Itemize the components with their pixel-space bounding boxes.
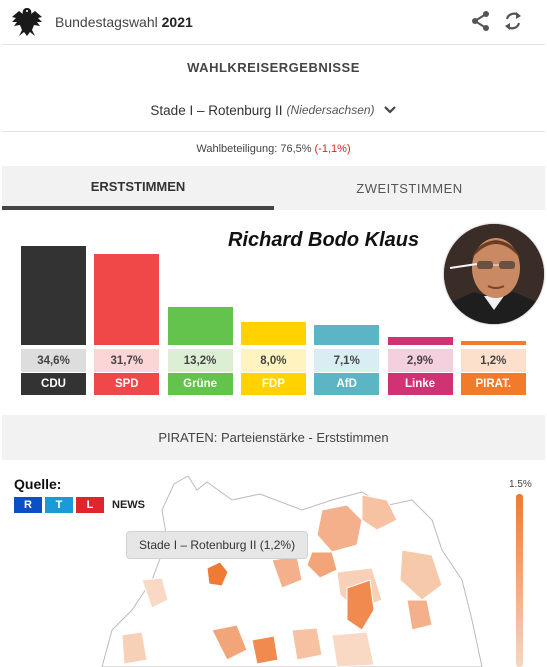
rtl-news-logo: R T L NEWS [14, 497, 145, 513]
party-label: Grüne [167, 373, 233, 395]
app-header: Bundestagswahl 2021 [0, 0, 547, 44]
value-label: 13,2% [167, 349, 233, 372]
tab-erststimmen[interactable]: ERSTSTIMMEN [2, 166, 274, 210]
party-label: PIRAT. [460, 373, 526, 395]
bar-afd [314, 324, 380, 345]
rtl-letter-t: T [45, 497, 73, 513]
legend-color-scale [516, 494, 523, 667]
value-label: 31,7% [94, 349, 160, 372]
federal-eagle-icon [12, 8, 42, 36]
bar-linke [387, 336, 453, 345]
bar-spd [94, 254, 160, 345]
district-map [101, 475, 483, 667]
chevron-down-icon [383, 106, 396, 114]
share-icon[interactable] [470, 10, 492, 32]
bar-pirat [460, 341, 526, 345]
district-name: Stade I – Rotenburg II [150, 102, 283, 118]
candidate-portrait [444, 224, 544, 324]
tab-zweitstimmen[interactable]: ZWEITSTIMMEN [274, 166, 545, 210]
party-label: CDU [21, 373, 86, 395]
bar-grne [167, 307, 233, 345]
choropleth-map [2, 460, 545, 667]
source-label: Quelle: [14, 476, 62, 492]
turnout-line: Wahlbeteiligung: 76,5% (-1,1%) [2, 132, 545, 166]
turnout-change: (-1,1%) [314, 143, 351, 155]
map-title: PIRATEN: Parteienstärke - Erststimmen [2, 415, 545, 460]
district-selector[interactable]: Stade I – Rotenburg II (Niedersachsen) [2, 89, 545, 132]
party-label: AfD [314, 373, 380, 395]
value-label: 7,1% [314, 349, 380, 372]
value-label: 8,0% [240, 349, 306, 372]
rtl-news-text: NEWS [112, 499, 145, 511]
district-state: (Niedersachsen) [286, 103, 375, 117]
turnout-label: Wahlbeteiligung: 76,5% [196, 143, 312, 155]
value-label: 1,2% [460, 349, 526, 372]
legend-max-label: 1.5% [509, 479, 532, 490]
rtl-letter-l: L [76, 497, 104, 513]
bar-cdu [21, 246, 86, 345]
map-tooltip: Stade I – Rotenburg II (1,2%) [126, 531, 309, 559]
section-title: WAHLKREISERGEBNISSE [2, 44, 545, 90]
candidate-name: Richard Bodo Klaus [228, 229, 420, 251]
refresh-icon[interactable] [502, 10, 524, 32]
party-label: Linke [387, 373, 453, 395]
bar-fdp [240, 322, 306, 345]
party-label: SPD [94, 373, 160, 395]
app-title: Bundestagswahl 2021 [55, 14, 193, 30]
value-label: 34,6% [21, 349, 86, 372]
rtl-letter-r: R [14, 497, 42, 513]
party-label: FDP [240, 373, 306, 395]
value-label: 2,9% [387, 349, 453, 372]
vote-tabs: ERSTSTIMMEN ZWEITSTIMMEN [2, 166, 545, 210]
